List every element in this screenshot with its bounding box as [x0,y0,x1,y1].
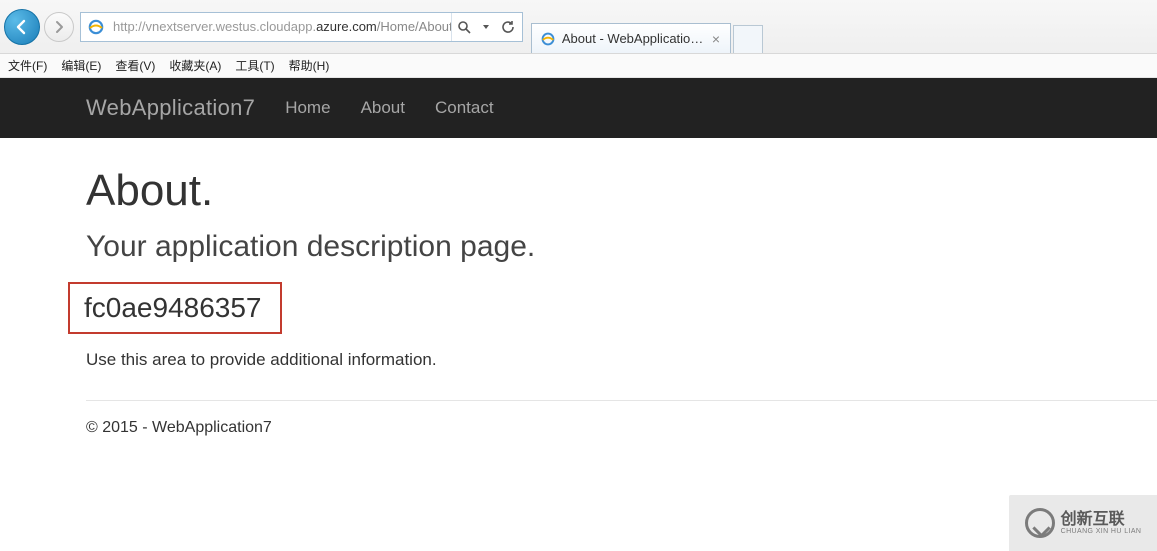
menu-tools[interactable]: 工具(T) [235,57,274,74]
refresh-icon[interactable] [500,19,516,35]
page-title: About. [86,166,1157,216]
forward-button[interactable] [44,12,74,42]
search-icon[interactable] [456,19,472,35]
watermark-badge: 创新互联 CHUANG XIN HU LIAN [1009,495,1157,551]
footer-text: © 2015 - WebApplication7 [86,419,1157,437]
address-bar[interactable]: http://vnextserver.westus.cloudapp.azure… [80,12,523,42]
url-host-main: azure.com [316,19,377,34]
close-icon[interactable]: × [710,31,722,47]
address-tools [451,13,522,41]
ie-icon [85,16,107,38]
browser-toolbar: http://vnextserver.westus.cloudapp.azure… [0,0,1157,54]
browser-tab-active[interactable]: About - WebApplication7 × [531,23,731,53]
ie-icon [540,31,556,47]
highlight-box: fc0ae9486357 [68,282,282,334]
browser-chrome: http://vnextserver.westus.cloudapp.azure… [0,0,1157,78]
nav-contact[interactable]: Contact [435,98,494,118]
dropdown-icon[interactable] [478,19,494,35]
page-description: Use this area to provide additional info… [86,350,1157,370]
browser-menubar: 文件(F) 编辑(E) 查看(V) 收藏夹(A) 工具(T) 帮助(H) [0,54,1157,78]
site-navbar: WebApplication7 Home About Contact [0,78,1157,138]
url-path: /Home/About [377,19,451,34]
page-body: About. Your application description page… [0,138,1157,437]
url-host-prefix: http://vnextserver.westus.cloudapp. [113,19,316,34]
tab-strip: About - WebApplication7 × [531,0,763,53]
watermark-logo-icon [1025,508,1055,538]
nav-about[interactable]: About [361,98,405,118]
new-tab-button[interactable] [733,25,763,53]
container-id: fc0ae9486357 [84,292,262,324]
brand[interactable]: WebApplication7 [86,95,255,121]
watermark-line1: 创新互联 [1061,512,1142,528]
page-subtitle: Your application description page. [86,230,1157,264]
menu-help[interactable]: 帮助(H) [289,57,330,74]
menu-favorites[interactable]: 收藏夹(A) [169,57,221,74]
menu-file[interactable]: 文件(F) [8,57,47,74]
tab-title: About - WebApplication7 [562,31,704,46]
address-url[interactable]: http://vnextserver.westus.cloudapp.azure… [111,13,451,41]
watermark-line2: CHUANG XIN HU LIAN [1061,528,1142,535]
nav-home[interactable]: Home [285,98,330,118]
menu-view[interactable]: 查看(V) [115,57,155,74]
divider [86,400,1157,401]
menu-edit[interactable]: 编辑(E) [61,57,101,74]
back-button[interactable] [4,9,40,45]
